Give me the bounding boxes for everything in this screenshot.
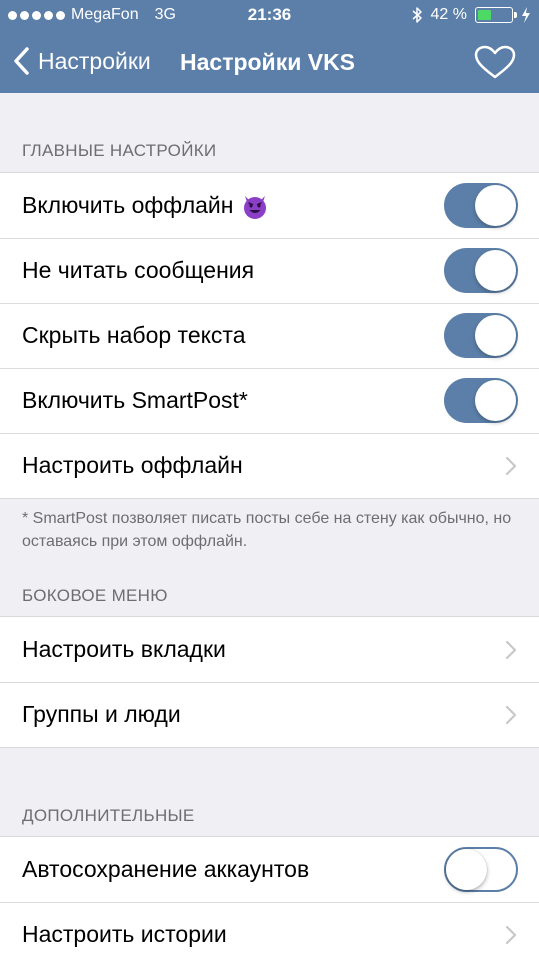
chevron-left-icon [14,47,29,75]
chevron-right-icon [505,925,517,945]
battery-icon [475,7,517,23]
toggle-enable-smartpost[interactable] [444,378,518,423]
battery-percent: 42 % [430,6,467,23]
row-label: Настроить оффлайн [22,452,243,478]
section-header-extra: ДОПОЛНИТЕЛЬНЫЕ [22,806,195,825]
toggle-dont-read-messages[interactable] [444,248,518,293]
chevron-right-icon [505,456,517,476]
toggle-enable-offline[interactable] [444,183,518,228]
battery-fill [478,10,491,20]
row-groups-and-people[interactable]: Группы и люди [0,682,539,747]
smartpost-footnote: * SmartPost позволяет писать посты себе … [22,510,512,550]
section-header-main: ГЛАВНЫЕ НАСТРОЙКИ [22,141,217,160]
bluetooth-icon [412,7,422,23]
row-label: Не читать сообщения [22,257,255,283]
smiling-devil-emoji-icon [244,195,267,219]
back-button-label: Настройки [38,47,151,74]
row-label: Включить SmartPost* [22,387,248,413]
row-label: Скрыть набор текста [22,322,246,348]
chevron-right-icon [505,705,517,725]
page-title: Настройки VKS [180,49,356,75]
toggle-autosave-accounts[interactable] [444,847,518,892]
heart-icon[interactable] [473,44,517,80]
row-configure-offline[interactable]: Настроить оффлайн [0,433,539,498]
navigation-bar: Настройки Настройки VKS [0,32,539,93]
row-label: Настроить вкладки [22,636,226,662]
group-side-menu: Настроить вкладки Группы и люди [0,616,539,748]
status-bar: MegaFon 3G 21:36 42 % [0,0,539,32]
row-label: Настроить истории [22,921,227,947]
row-dont-read-messages: Не читать сообщения [0,238,539,303]
row-label: Автосохранение аккаунтов [22,856,310,882]
charging-icon [522,7,530,23]
chevron-right-icon [505,640,517,660]
toggle-hide-typing[interactable] [444,313,518,358]
row-configure-tabs[interactable]: Настроить вкладки [0,617,539,682]
row-autosave-accounts: Автосохранение аккаунтов [0,837,539,902]
section-header-side-menu: БОКОВОЕ МЕНЮ [22,586,168,605]
row-enable-smartpost: Включить SmartPost* [0,368,539,433]
row-configure-stories[interactable]: Настроить истории [0,902,539,960]
group-extra: Автосохранение аккаунтов Настроить истор… [0,836,539,960]
top-bar: MegaFon 3G 21:36 42 % Настройки Настройк… [0,0,539,93]
row-label: Включить оффлайн [22,192,234,218]
status-right: 42 % [411,6,531,24]
row-enable-offline: Включить оффлайн [0,173,539,238]
row-label: Группы и люди [22,701,181,727]
back-button[interactable]: Настройки [12,46,151,76]
group-main-settings: Включить оффлайн Не читать сообщения Скр… [0,172,539,499]
row-hide-typing: Скрыть набор текста [0,303,539,368]
